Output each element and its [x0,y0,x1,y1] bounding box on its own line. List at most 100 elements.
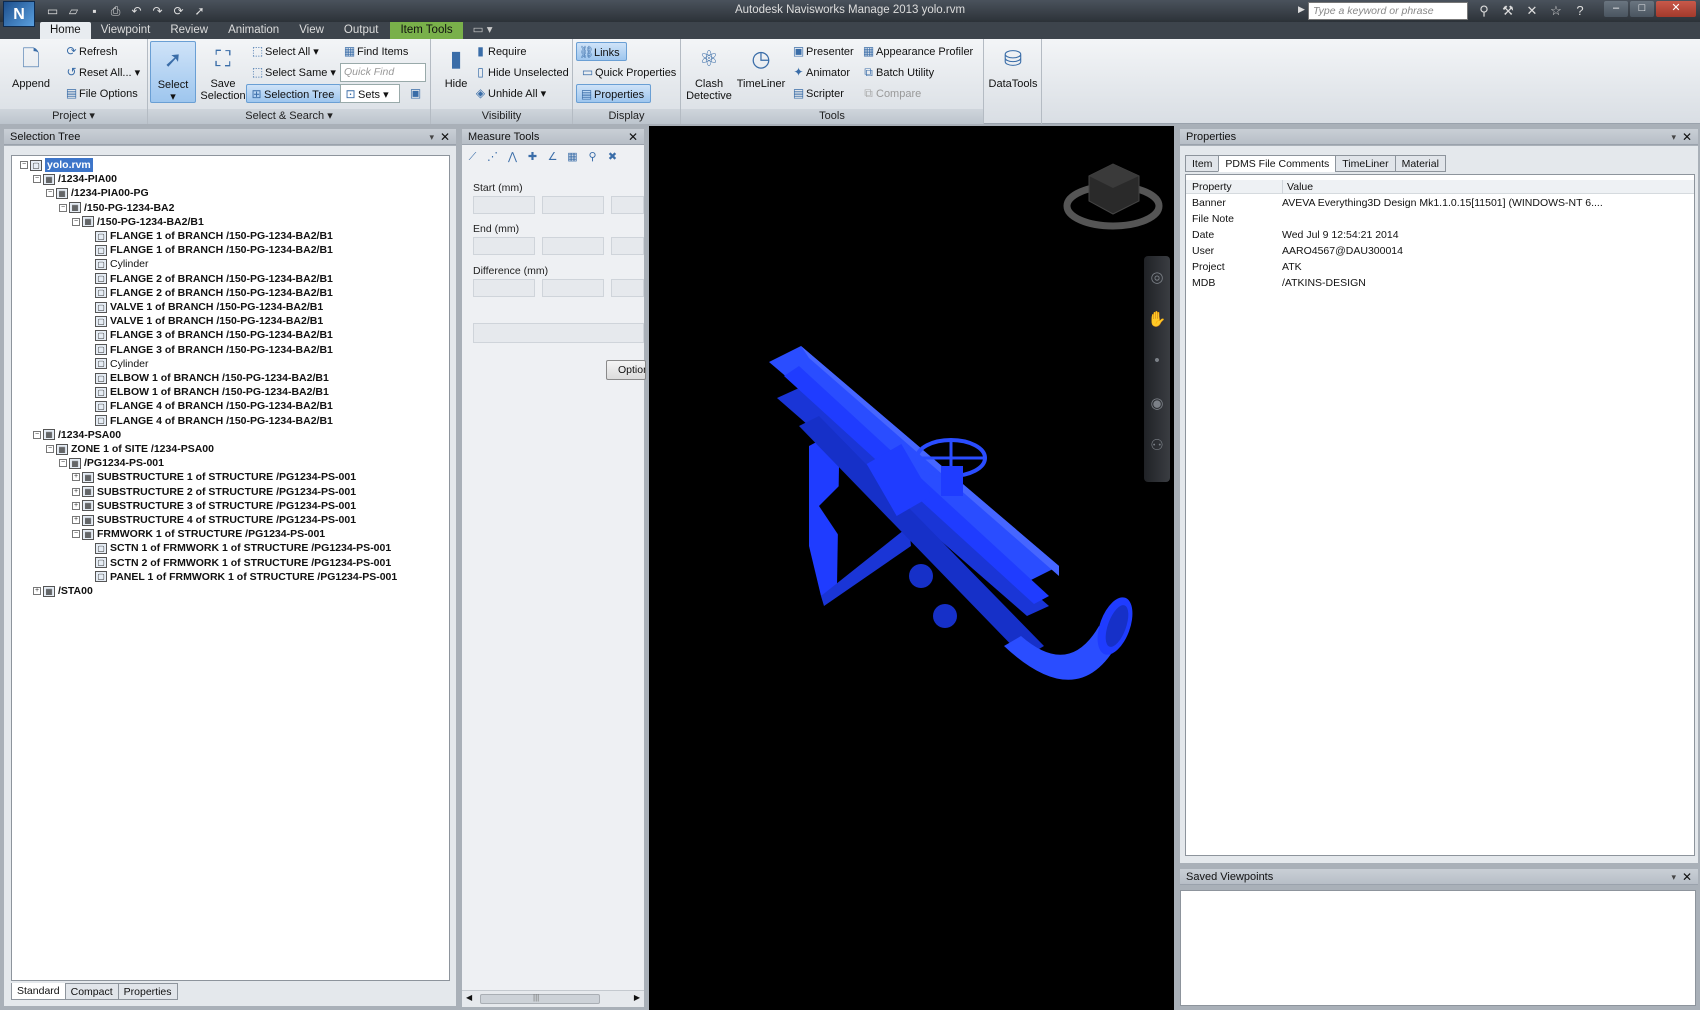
pin-icon[interactable]: ▾ [429,129,434,145]
expand-icon[interactable]: + [33,587,41,595]
append-button[interactable]: 🗋 Append [8,41,54,103]
refresh-button[interactable]: ⟳ Refresh [62,42,117,61]
presenter-button[interactable]: ▣ Presenter [789,42,854,61]
tab-view[interactable]: View [289,22,334,39]
tab-item-tools[interactable]: Item Tools [390,22,463,39]
zoom-icon[interactable]: • [1144,352,1170,382]
tree-node[interactable]: − ▦/150-PG-1234-BA2/B1 [72,215,204,229]
tree-node[interactable]: ▢ FLANGE 3 of BRANCH /150-PG-1234-BA2/B1 [85,328,333,342]
tab-pdms-file-comments[interactable]: PDMS File Comments [1218,155,1337,172]
property-row[interactable]: Project ATK [1192,260,1692,275]
tree-node[interactable]: ▢ FLANGE 3 of BRANCH /150-PG-1234-BA2/B1 [85,343,333,357]
ribbon-panel-label[interactable]: Project ▾ [0,109,147,124]
pan-icon[interactable]: ✋ [1144,310,1170,340]
area-icon[interactable]: ▦ [564,149,581,166]
column-property[interactable]: Property [1192,180,1232,194]
tree-node[interactable]: − ▦/150-PG-1234-BA2 [59,201,174,215]
tab-compact[interactable]: Compact [64,983,119,1000]
properties-button[interactable]: ▤ Properties [576,84,652,103]
tree-node[interactable]: − ▦/1234-PIA00-PG [46,186,149,200]
collapse-icon[interactable]: − [72,530,80,539]
hide-unselected-button[interactable]: ▯ Hide Unselected [471,63,569,82]
tab-output[interactable]: Output [334,22,389,39]
close-panel-icon[interactable]: ✕ [628,129,638,145]
tree-node[interactable]: − ▦/1234-PIA00 [33,172,117,186]
tree-node[interactable]: ▢ PANEL 1 of FRMWORK 1 of STRUCTURE /PG12… [85,570,397,584]
scroll-left-icon[interactable]: ◀ [466,993,472,1002]
column-value[interactable]: Value [1282,180,1313,194]
steering-wheel-icon[interactable]: ◎ [1144,268,1170,298]
tab-standard[interactable]: Standard [11,983,66,1000]
tab-review[interactable]: Review [160,22,218,39]
point-to-multiple-icon[interactable]: ⋰ [484,149,501,166]
tab-material[interactable]: Material [1394,155,1446,172]
tree-node[interactable]: ▢ SCTN 2 of FRMWORK 1 of STRUCTURE /PG123… [85,556,391,570]
select-button[interactable]: ➚ Select ▾ [150,41,196,103]
tree-node[interactable]: ▢ Cylinder [85,257,149,271]
select-all-button[interactable]: ⬚ Select All ▾ [248,42,319,61]
collapse-icon[interactable]: − [46,445,54,453]
property-row[interactable]: MDB/ATKINS-DESIGN [1192,276,1692,291]
property-row[interactable]: File Note [1192,212,1692,227]
horizontal-scrollbar[interactable]: ◀ ||| ▶ [462,990,644,1007]
expand-icon[interactable]: + [72,501,80,510]
tree-node[interactable]: ▢ FLANGE 2 of BRANCH /150-PG-1234-BA2/B1 [85,272,333,286]
tree-node[interactable]: ▢ ELBOW 1 of BRANCH /150-PG-1234-BA2/B1 [85,385,329,399]
help-search-input[interactable]: Type a keyword or phrase [1308,2,1468,20]
compare-button[interactable]: ⧉ Compare [859,84,921,103]
tree-node[interactable]: ▢ VALVE 1 of BRANCH /150-PG-1234-BA2/B1 [85,300,323,314]
scripter-button[interactable]: ▤ Scripter [789,84,844,103]
tree-node[interactable]: + ▦ SUBSTRUCTURE 3 of STRUCTURE /PG1234-PS… [72,499,356,513]
application-menu-button[interactable]: N [3,1,35,27]
collapse-icon[interactable]: − [72,217,80,226]
tree-node[interactable]: ▢ Cylinder [85,357,149,371]
property-row[interactable]: Banner AVEVA Everything3D Design Mk1.1.0.… [1192,196,1692,211]
collapse-icon[interactable]: − [59,459,67,468]
tree-node[interactable]: + ▦/STA00 [33,584,93,598]
3d-viewport[interactable] [649,126,1174,1010]
tree-node[interactable]: + ▦ SUBSTRUCTURE 2 of STRUCTURE /PG1234-PS… [72,485,356,499]
angle-icon[interactable]: ∠ [544,149,561,166]
orbit-icon[interactable]: ◉ [1144,394,1170,424]
ribbon-panel-label[interactable]: Select & Search ▾ [148,109,430,124]
walk-icon[interactable]: ⚇ [1144,436,1170,466]
file-options-button[interactable]: ▤ File Options [62,84,138,103]
sets-dropdown[interactable]: ⊡ Sets ▾ [340,84,400,103]
datatools-button[interactable]: ⛁ DataTools [987,41,1039,103]
collapse-icon[interactable]: − [33,430,41,439]
lock-icon[interactable]: ⚲ [584,149,601,166]
save-selection-button[interactable]: ⛶ Save Selection [200,41,246,103]
collapse-icon[interactable]: − [46,189,54,198]
tab-home[interactable]: Home [40,22,91,39]
wrench-icon[interactable]: ⚒ [1499,2,1517,20]
batch-utility-button[interactable]: ⧉ Batch Utility [859,63,934,82]
tab-timeliner[interactable]: TimeLiner [1335,155,1396,172]
clash-detective-button[interactable]: ⚛ Clash Detective [683,41,735,103]
tree-node[interactable]: + ▦ SUBSTRUCTURE 1 of STRUCTURE /PG1234-PS… [72,470,356,484]
scrollbar-thumb[interactable]: ||| [480,993,600,1004]
saved-viewpoints-list[interactable] [1180,890,1696,1006]
tree-node[interactable]: + ▦ SUBSTRUCTURE 4 of STRUCTURE /PG1234-PS… [72,513,356,527]
unhide-all-button[interactable]: ◈ Unhide All ▾ [471,84,546,103]
reset-all-button[interactable]: ↺ Reset All... ▾ [62,63,140,82]
close-panel-icon[interactable]: ✕ [1682,129,1692,145]
select-same-button[interactable]: ⬚ Select Same ▾ [248,63,336,82]
minimize-button[interactable]: – [1604,1,1628,17]
tree-node[interactable]: − ▦/1234-PSA00 [33,428,121,442]
tree-node[interactable]: ▢ SCTN 1 of FRMWORK 1 of STRUCTURE /PG123… [85,541,391,555]
pin-icon[interactable]: ▾ [1671,869,1676,885]
tree-node[interactable]: − ▦ FRMWORK 1 of STRUCTURE /PG1234-PS-001 [72,527,325,541]
tree-node[interactable]: ▢ FLANGE 4 of BRANCH /150-PG-1234-BA2/B1 [85,399,333,413]
require-button[interactable]: ▮ Require [471,42,526,61]
search-arrow-icon[interactable]: ▶ [1298,4,1305,15]
viewcube[interactable] [1063,163,1163,230]
animator-button[interactable]: ✦ Animator [789,63,850,82]
tab-animation[interactable]: Animation [218,22,289,39]
tree-node[interactable]: − ▦ ZONE 1 of SITE /1234-PSA00 [46,442,214,456]
favorites-icon[interactable]: ☆ [1547,2,1565,20]
links-button[interactable]: ⛓Links [576,42,627,61]
ribbon-minimize-icon[interactable]: ▭ ▾ [463,22,503,39]
point-to-point-icon[interactable]: ⟋ [464,149,481,166]
tab-properties[interactable]: Properties [117,983,178,1000]
timeliner-button[interactable]: ◷ TimeLiner [735,41,787,103]
